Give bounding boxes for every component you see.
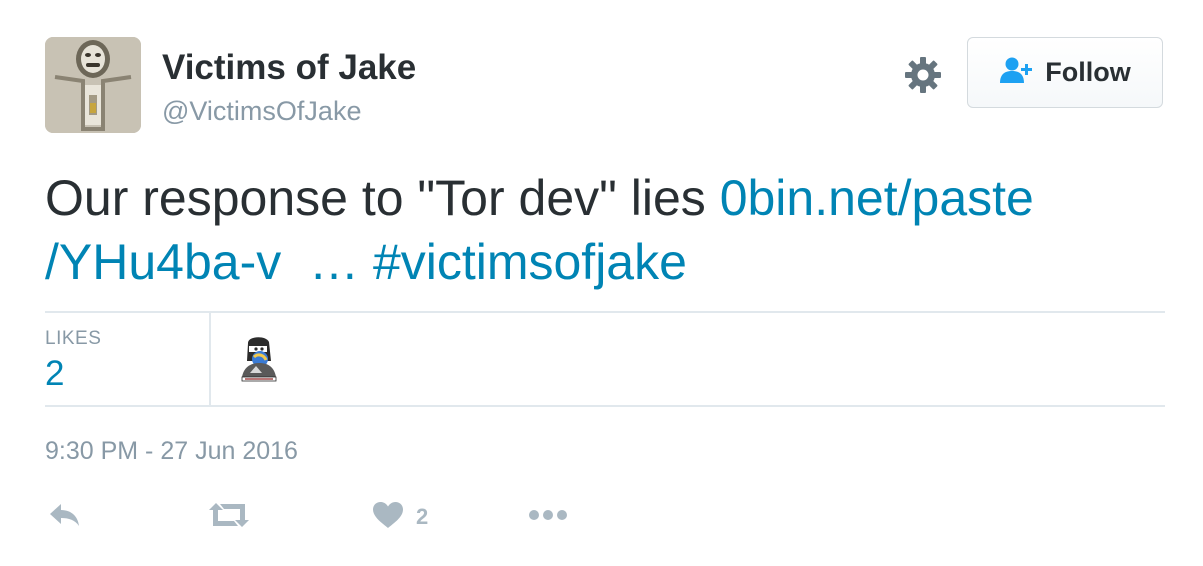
retweet-icon (208, 501, 250, 534)
more-icon (528, 508, 568, 527)
stats-separator (209, 313, 211, 405)
avatar-image (45, 37, 141, 133)
heart-icon (372, 501, 404, 534)
liker-avatar-image (241, 337, 277, 382)
reply-icon (48, 501, 82, 534)
user-handle[interactable]: @VictimsOfJake (162, 96, 361, 127)
user-fullname[interactable]: Victims of Jake (162, 48, 416, 88)
like-action-count: 2 (416, 504, 429, 529)
likes-count[interactable]: 2 (45, 354, 64, 394)
tweet-timestamp[interactable]: 9:30 PM - 27 Jun 2016 (45, 437, 298, 466)
tweet-link-ellipsis[interactable]: … (309, 234, 359, 290)
reply-button[interactable] (48, 498, 82, 536)
like-button[interactable]: 2 (372, 498, 428, 536)
more-button[interactable] (528, 498, 568, 536)
likes-label: LIKES (45, 328, 102, 349)
tweet-text: Our response to "Tor dev" lies 0bin.net/… (45, 166, 1165, 294)
stats-divider-top (45, 311, 1165, 313)
follow-button-label: Follow (1045, 57, 1131, 87)
tweet-card: Victims of Jake @VictimsOfJake Follow Ou… (0, 0, 1203, 566)
liker-avatar[interactable] (236, 333, 282, 383)
follow-button[interactable]: Follow (967, 37, 1163, 108)
tweet-link-part1[interactable]: 0bin.net/paste (720, 170, 1034, 226)
gear-icon[interactable] (903, 55, 943, 95)
tweet-body-text: Our response to "Tor dev" lies (45, 170, 720, 226)
follow-user-icon (999, 56, 1035, 89)
stats-divider-bottom (45, 405, 1165, 407)
retweet-button[interactable] (208, 498, 250, 536)
tweet-hashtag[interactable]: #victimsofjake (373, 234, 687, 290)
profile-avatar[interactable] (45, 37, 141, 133)
tweet-link-part2[interactable]: /YHu4ba-v (45, 234, 281, 290)
